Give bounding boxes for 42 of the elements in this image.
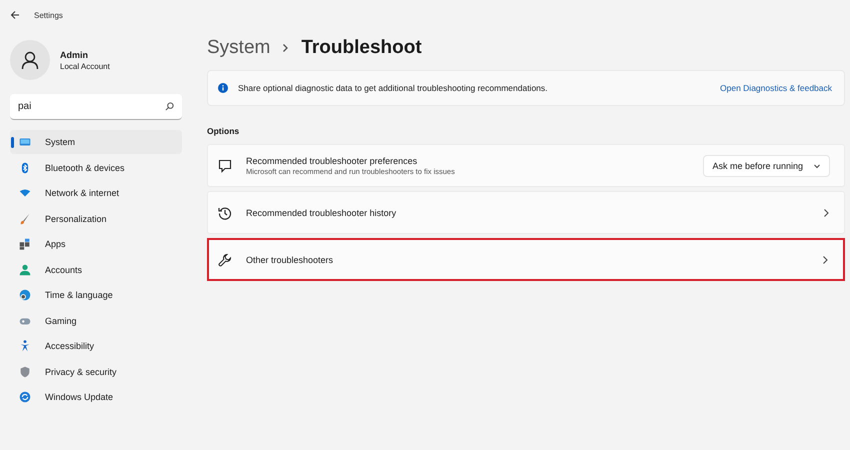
settings-row[interactable]: Other troubleshooters — [207, 238, 845, 281]
sidebar-item[interactable]: Time & language — [10, 283, 182, 307]
sidebar-item[interactable]: Windows Update — [10, 385, 182, 409]
sidebar-item[interactable]: System — [10, 130, 182, 154]
section-heading: Options — [207, 126, 240, 136]
sidebar-item[interactable]: Apps — [10, 232, 182, 256]
back-icon[interactable] — [10, 10, 20, 20]
sidebar-item-icon — [18, 262, 32, 276]
row-title: Other troubleshooters — [246, 254, 334, 264]
search-field[interactable]: pai — [10, 94, 182, 120]
avatar-icon — [10, 40, 50, 80]
diagnostics-link[interactable]: Open Diagnostics & feedback — [720, 83, 832, 93]
message-icon — [218, 158, 232, 172]
dropdown[interactable]: Ask me before running — [703, 154, 830, 176]
chevron-right-icon — [821, 254, 829, 264]
sidebar-item[interactable]: Gaming — [10, 308, 182, 332]
chevron-down-icon — [813, 162, 821, 170]
info-icon — [218, 83, 228, 93]
sidebar-item-icon — [18, 364, 32, 378]
sidebar-item-icon — [18, 237, 32, 251]
sidebar-item[interactable]: Bluetooth & devices — [10, 156, 182, 180]
window-title: Settings — [34, 10, 63, 20]
settings-row[interactable]: Recommended troubleshooter history — [207, 191, 845, 234]
sidebar-item-icon — [18, 390, 32, 404]
banner-text: Share optional diagnostic data to get additional troubleshooting recommendations. — [238, 83, 549, 93]
chevron-right-icon — [822, 208, 830, 218]
page-title: Troubleshoot — [301, 37, 422, 59]
sidebar-item[interactable]: Accounts — [10, 258, 182, 282]
sidebar-item[interactable]: Accessibility — [10, 334, 182, 358]
sidebar-item[interactable]: Network & internet — [10, 181, 182, 205]
sidebar-item[interactable]: Personalization — [10, 206, 182, 230]
search-icon — [165, 102, 174, 111]
account-type: Local Account — [60, 62, 110, 70]
history-icon — [218, 206, 232, 220]
account-name: Admin — [60, 50, 89, 60]
wrench-icon — [218, 252, 232, 266]
chevron-right-icon — [282, 43, 290, 53]
breadcrumb-parent[interactable]: System — [207, 37, 270, 59]
sidebar-item-icon — [18, 288, 32, 302]
sidebar-item[interactable]: Privacy & security — [10, 360, 182, 384]
row-title: Recommended troubleshooter history — [246, 208, 398, 218]
row-title: Recommended troubleshooter preferences — [246, 156, 418, 166]
